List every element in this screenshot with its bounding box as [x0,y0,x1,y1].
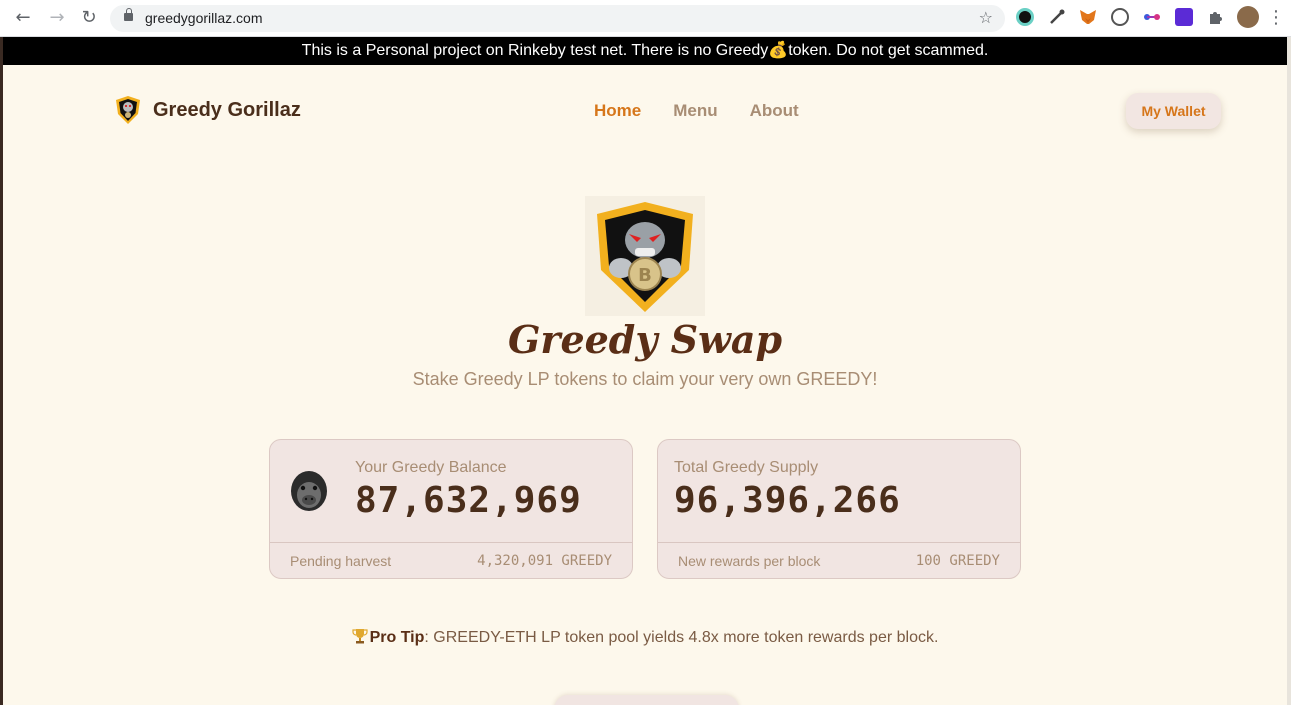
lock-icon [124,8,133,21]
address-bar[interactable]: greedygorillaz.com ☆ [110,5,1005,32]
balance-value: 87,632,969 [355,480,582,521]
warning-banner: This is a Personal project on Rinkeby te… [3,37,1287,65]
pending-harvest-label: Pending harvest [290,553,392,569]
gorilla-logo-icon [116,96,140,124]
page-title: Greedy Swap [507,317,783,362]
nav-about[interactable]: About [750,101,799,121]
app-extension-icon[interactable] [1175,8,1193,26]
trophy-icon [351,629,368,644]
kebab-menu-icon[interactable]: ⋮ [1267,6,1285,30]
scrollbar[interactable] [1287,37,1291,705]
banner-text-before: This is a Personal project on Rinkeby te… [301,42,769,59]
reload-icon[interactable]: ↻ [76,6,102,30]
forward-arrow-icon[interactable]: → [44,6,70,30]
pro-tip-label: Pro Tip [369,629,425,646]
svg-text:B: B [638,265,652,286]
browser-toolbar: ← → ↻ greedygorillaz.com ☆ ⋮ [0,0,1291,37]
nav-home[interactable]: Home [594,101,641,121]
banner-text-after: token. Do not get scammed. [788,42,989,59]
gorilla-face-icon [291,471,327,511]
page: Greedy Gorillaz Home Menu About My Walle… [3,65,1287,705]
eyedropper-icon[interactable] [1048,8,1066,26]
extension-icon[interactable] [1016,8,1034,26]
pro-tip-text: : GREEDY-ETH LP token pool yields 4.8x m… [424,629,939,646]
my-wallet-button[interactable]: My Wallet [1126,93,1221,129]
gorilla-coin-icon: B [585,196,705,316]
main-nav: Home Menu About [594,101,799,121]
supply-value: 96,396,266 [674,480,901,521]
brand-logo-link[interactable]: Greedy Gorillaz [113,93,301,127]
brand-name: Greedy Gorillaz [153,98,301,121]
balance-label: Your Greedy Balance [355,459,507,476]
money-bag-icon: 💰 [768,42,789,59]
metamask-icon[interactable] [1079,8,1097,26]
url-text: greedygorillaz.com [145,10,263,26]
page-subtitle: Stake Greedy LP tokens to claim your ver… [412,369,878,389]
supply-card: Total Greedy Supply 96,396,266 New rewar… [657,439,1021,579]
rewards-per-block-label: New rewards per block [678,553,821,569]
action-button[interactable] [554,695,739,705]
hero-gorilla-logo: B [585,196,705,316]
puzzle-extensions-icon[interactable] [1207,8,1225,26]
wordpress-icon[interactable] [1111,8,1129,26]
pending-harvest-value: 4,320,091 GREEDY [477,553,612,569]
rewards-per-block-value: 100 GREEDY [915,553,1000,569]
balance-card: Your Greedy Balance 87,632,969 Pending h… [269,439,633,579]
pro-tip: Pro Tip: GREEDY-ETH LP token pool yields… [3,628,1287,647]
extension-dots-icon[interactable] [1143,8,1161,26]
back-arrow-icon[interactable]: ← [10,6,36,30]
profile-avatar[interactable] [1237,6,1259,28]
bookmark-star-icon[interactable]: ☆ [979,8,993,27]
supply-label: Total Greedy Supply [674,459,819,476]
nav-menu[interactable]: Menu [673,101,717,121]
